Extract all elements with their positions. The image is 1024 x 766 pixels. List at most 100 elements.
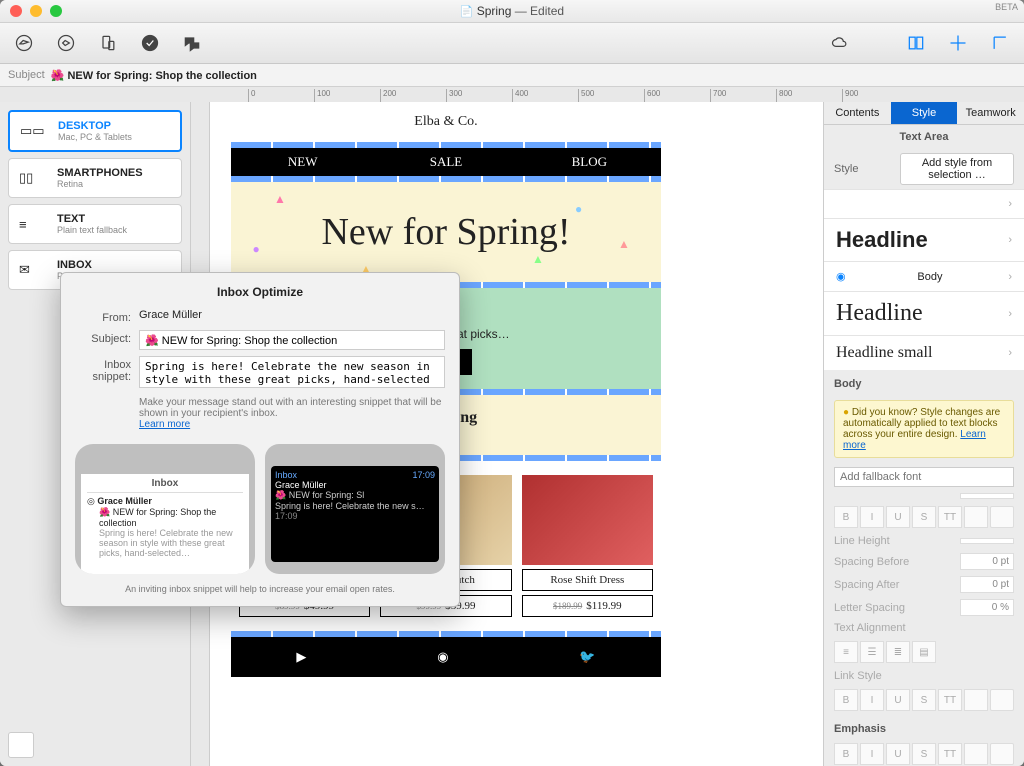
format-u-button[interactable]: U (886, 743, 910, 765)
align-left-icon[interactable]: ≡ (834, 641, 858, 663)
format-i-button[interactable]: I (860, 689, 884, 711)
twitter-icon[interactable]: 🐦 (579, 649, 595, 665)
youtube-icon[interactable]: ▶ (296, 649, 306, 665)
format-b-button[interactable]: B (834, 506, 858, 528)
style-option[interactable]: ◉Body› (824, 261, 1024, 291)
link-style-label: Link Style (834, 670, 1014, 682)
snippet-hint: Make your message stand out with an inte… (139, 397, 445, 430)
style-label: Style (834, 163, 894, 175)
format-u-button[interactable]: U (886, 689, 910, 711)
inspector-tabs: ContentsStyleTeamwork (824, 102, 1024, 125)
check-icon[interactable] (138, 31, 162, 55)
nav-sale[interactable]: SALE (374, 148, 517, 176)
align-justify-icon[interactable]: ▤ (912, 641, 936, 663)
email-footer: ▶ ◉ 🐦 (231, 637, 661, 677)
align-right-icon[interactable]: ≣ (886, 641, 910, 663)
line-height-label: Line Height (834, 535, 954, 547)
style-option[interactable]: Headline small› (824, 335, 1024, 370)
spacing-before-label: Spacing Before (834, 556, 954, 568)
color-swatch[interactable] (990, 689, 1014, 711)
device-desktop[interactable]: ▭▭DESKTOPMac, PC & Tablets (8, 110, 182, 152)
subject-input[interactable] (139, 330, 445, 350)
brand-name: Elba & Co. (231, 102, 661, 142)
emphasis-heading: Emphasis (824, 715, 1024, 739)
subject-bar: Subject 🌺 NEW for Spring: Shop the colle… (0, 64, 1024, 87)
phone-subject: 🌺 NEW for Spring: Shop the collection (99, 507, 243, 528)
inspector: ContentsStyleTeamwork Text Area Style Ad… (823, 102, 1024, 766)
format-tt-button[interactable]: TT (938, 506, 962, 528)
popover-title: Inbox Optimize (75, 285, 445, 299)
align-center-icon[interactable]: ☰ (860, 641, 884, 663)
phone-sender: Grace Müller (97, 496, 152, 506)
format-tt-button[interactable]: TT (938, 689, 962, 711)
nav-blog[interactable]: BLOG (518, 148, 661, 176)
page-thumb-icon[interactable] (8, 732, 34, 758)
format-s-button[interactable]: S (912, 743, 936, 765)
watch-time: 17:09 (412, 470, 435, 480)
subject-label: Subject: (75, 330, 139, 345)
send-test-icon[interactable] (12, 31, 36, 55)
nav-new[interactable]: NEW (231, 148, 374, 176)
spacing-after-label: Spacing After (834, 579, 954, 591)
send-icon[interactable] (54, 31, 78, 55)
hero[interactable]: New for Spring! ▲ ● ▲ ▲ ● ▲ (231, 182, 661, 282)
cloud-icon[interactable] (828, 31, 852, 55)
device-smartphones[interactable]: ▯▯SMARTPHONESRetina (8, 158, 182, 198)
letter-spacing-field[interactable]: 0 % (960, 599, 1014, 616)
color-swatch[interactable] (990, 506, 1014, 528)
beta-badge: BETA (995, 2, 1018, 12)
phone-preview: Inbox ◎ Grace Müller 🌺 NEW for Spring: S… (75, 444, 255, 574)
line-height-field[interactable] (960, 538, 1014, 544)
phone-inbox-header: Inbox (87, 478, 243, 493)
fallback-font-input[interactable] (834, 467, 1014, 487)
watch-subject: 🌺 NEW for Spring: Sl (275, 490, 435, 501)
format-s-button[interactable]: S (912, 506, 936, 528)
format-b-button[interactable]: B (834, 689, 858, 711)
phone-snippet: Spring is here! Celebrate the new season… (99, 528, 243, 558)
format-s-button[interactable]: S (912, 689, 936, 711)
titlebar: Spring — Edited BETA (0, 0, 1024, 23)
toolbar (0, 23, 1024, 64)
tip-box: ● Did you know? Style changes are automa… (834, 400, 1014, 458)
tab-style[interactable]: Style (891, 102, 958, 124)
style-option[interactable]: Headline› (824, 218, 1024, 261)
from-label: From: (75, 309, 139, 324)
device-text[interactable]: ≡TEXTPlain text fallback (8, 204, 182, 244)
format-i-button[interactable]: I (860, 743, 884, 765)
instagram-icon[interactable]: ◉ (437, 649, 448, 665)
format-b-button[interactable]: B (834, 743, 858, 765)
tab-contents[interactable]: Contents (824, 102, 891, 124)
corner-icon[interactable] (988, 31, 1012, 55)
color-swatch[interactable] (990, 743, 1014, 765)
layout-icon[interactable] (904, 31, 928, 55)
align-icon[interactable] (946, 31, 970, 55)
popover-footer: An inviting inbox snippet will help to i… (75, 584, 445, 594)
email-nav: NEW SALE BLOG (231, 148, 661, 176)
from-value: Grace Müller (139, 309, 445, 321)
tab-teamwork[interactable]: Teamwork (957, 102, 1024, 124)
style-option[interactable]: › (824, 189, 1024, 218)
device-icon[interactable] (96, 31, 120, 55)
subject-label: Subject (8, 69, 45, 81)
format-i-button[interactable]: I (860, 506, 884, 528)
spacing-after-field[interactable]: 0 pt (960, 576, 1014, 593)
watch-time2: 17:09 (275, 511, 435, 521)
alignment-label: Text Alignment (834, 622, 1014, 634)
letter-spacing-label: Letter Spacing (834, 602, 954, 614)
spacing-before-field[interactable]: 0 pt (960, 553, 1014, 570)
subject-value[interactable]: 🌺 NEW for Spring: Shop the collection (51, 69, 257, 82)
watch-app: Inbox (275, 470, 297, 480)
font-size-field[interactable] (960, 493, 1014, 499)
watch-sender: Grace Müller (275, 480, 435, 490)
format-tt-button[interactable]: TT (938, 743, 962, 765)
format-u-button[interactable]: U (886, 506, 910, 528)
watch-preview: Inbox 17:09 Grace Müller 🌺 NEW for Spring… (265, 444, 445, 574)
style-option[interactable]: Headline› (824, 291, 1024, 335)
inbox-optimize-popover: Inbox Optimize From:Grace Müller Subject… (60, 272, 460, 607)
product-card[interactable]: Rose Shift Dress$189.99$119.99 (522, 475, 653, 617)
watch-snippet: Spring is here! Celebrate the new s… (275, 501, 435, 511)
learn-more-link[interactable]: Learn more (139, 419, 190, 430)
chat-icon[interactable] (180, 31, 204, 55)
snippet-input[interactable] (139, 356, 445, 388)
add-style-button[interactable]: Add style from selection … (900, 153, 1014, 185)
